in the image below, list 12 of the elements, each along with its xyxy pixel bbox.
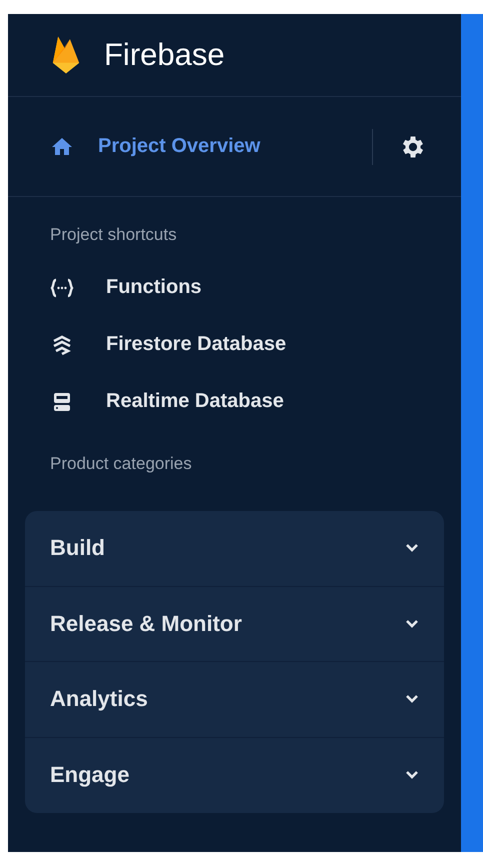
category-item[interactable]: Release & Monitor <box>25 586 444 662</box>
category-item[interactable]: Build <box>25 511 444 586</box>
section-heading: Product categories <box>49 453 193 474</box>
category-item[interactable]: Analytics <box>25 662 444 738</box>
shortcut-link[interactable]: Realtime Database <box>48 379 461 424</box>
project-overview-link[interactable]: Project Overview <box>50 134 372 158</box>
app-title: Firebase <box>104 37 225 73</box>
shortcut-link[interactable]: Firestore Database <box>48 322 461 367</box>
flame-logo-icon <box>50 34 82 76</box>
shortcut-link[interactable]: Functions <box>48 265 461 310</box>
section-heading: Project shortcuts <box>49 224 178 245</box>
category-item[interactable]: Engage <box>25 738 444 813</box>
